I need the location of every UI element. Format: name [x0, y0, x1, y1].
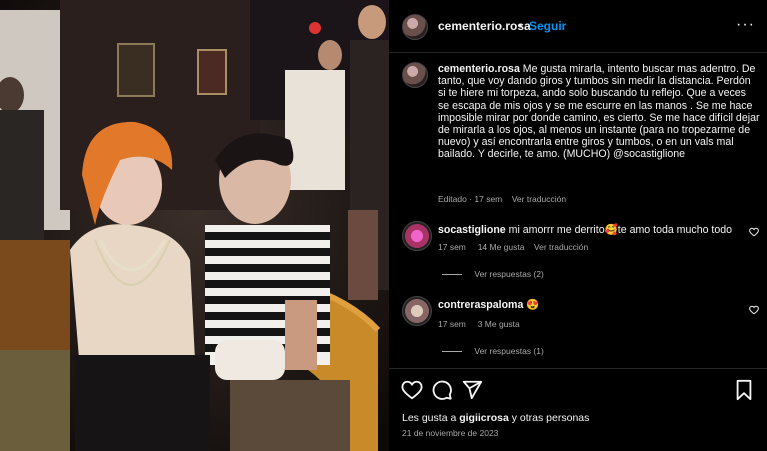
post-photo[interactable]	[0, 0, 389, 451]
view-replies-label[interactable]: Ver respuestas (1)	[474, 346, 543, 356]
more-options-icon[interactable]: ···	[736, 16, 755, 34]
post-details-panel: cementerio.rosa • Seguir ··· cementerio.…	[389, 0, 767, 451]
likes-username[interactable]: gigiicrosa	[459, 412, 509, 424]
comment-time: 17 sem	[438, 319, 466, 329]
comment-likes[interactable]: 3 Me gusta	[478, 319, 520, 329]
caption-text: Me gusta mirarla, intento buscar mas ade…	[438, 63, 760, 161]
comment-username[interactable]: contreraspaloma	[438, 299, 523, 311]
comment-heart-icon[interactable]	[749, 227, 759, 237]
view-replies[interactable]: Ver respuestas (1)	[442, 346, 544, 356]
header-username[interactable]: cementerio.rosa	[438, 19, 531, 33]
comment-text: mi amorrr me derrito🥰te amo toda mucho t…	[508, 224, 733, 236]
comment-translate-link[interactable]: Ver traducción	[534, 242, 588, 252]
caption-edited: Editado · 17 sem	[438, 194, 503, 204]
post-header: cementerio.rosa • Seguir ···	[389, 0, 767, 53]
likes-prefix: Les gusta a	[402, 412, 460, 424]
post-date: 21 de noviembre de 2023	[402, 428, 499, 438]
comment: socastiglione mi amorrr me derrito🥰te am…	[438, 223, 738, 236]
comment-time: 17 sem	[438, 242, 466, 252]
caption-translate-link[interactable]: Ver traducción	[512, 194, 566, 204]
comment-meta: 17 sem 14 Me gusta Ver traducción	[438, 242, 588, 252]
instagram-post: cementerio.rosa • Seguir ··· cementerio.…	[0, 0, 767, 451]
comment-likes[interactable]: 14 Me gusta	[478, 242, 525, 252]
likes-suffix: y otras personas	[508, 412, 590, 424]
comment-icon[interactable]	[431, 379, 453, 401]
action-bar	[389, 368, 767, 409]
comment-avatar[interactable]	[402, 296, 432, 326]
follow-button[interactable]: Seguir	[529, 19, 566, 33]
caption-username[interactable]: cementerio.rosa	[438, 63, 520, 75]
caption-avatar[interactable]	[402, 62, 428, 88]
comment-text: 😍	[526, 299, 540, 311]
comment: contreraspaloma 😍	[438, 298, 738, 311]
replies-divider	[442, 351, 462, 353]
caption: cementerio.rosa Me gusta mirarla, intent…	[438, 63, 760, 161]
bookmark-icon[interactable]	[733, 379, 755, 401]
replies-divider	[442, 274, 462, 276]
separator-dot: •	[518, 19, 523, 33]
view-replies[interactable]: Ver respuestas (2)	[442, 269, 544, 279]
avatar[interactable]	[402, 14, 428, 40]
comment-meta: 17 sem 3 Me gusta	[438, 319, 520, 329]
caption-meta: Editado · 17 sem Ver traducción	[438, 194, 566, 204]
share-icon[interactable]	[461, 379, 483, 401]
heart-icon[interactable]	[401, 379, 423, 401]
comment-heart-icon[interactable]	[749, 305, 759, 315]
comment-avatar[interactable]	[402, 221, 432, 251]
likes-summary[interactable]: Les gusta a gigiicrosa y otras personas	[402, 412, 589, 424]
comment-username[interactable]: socastiglione	[438, 224, 506, 236]
view-replies-label[interactable]: Ver respuestas (2)	[474, 269, 543, 279]
post-image	[0, 0, 389, 451]
